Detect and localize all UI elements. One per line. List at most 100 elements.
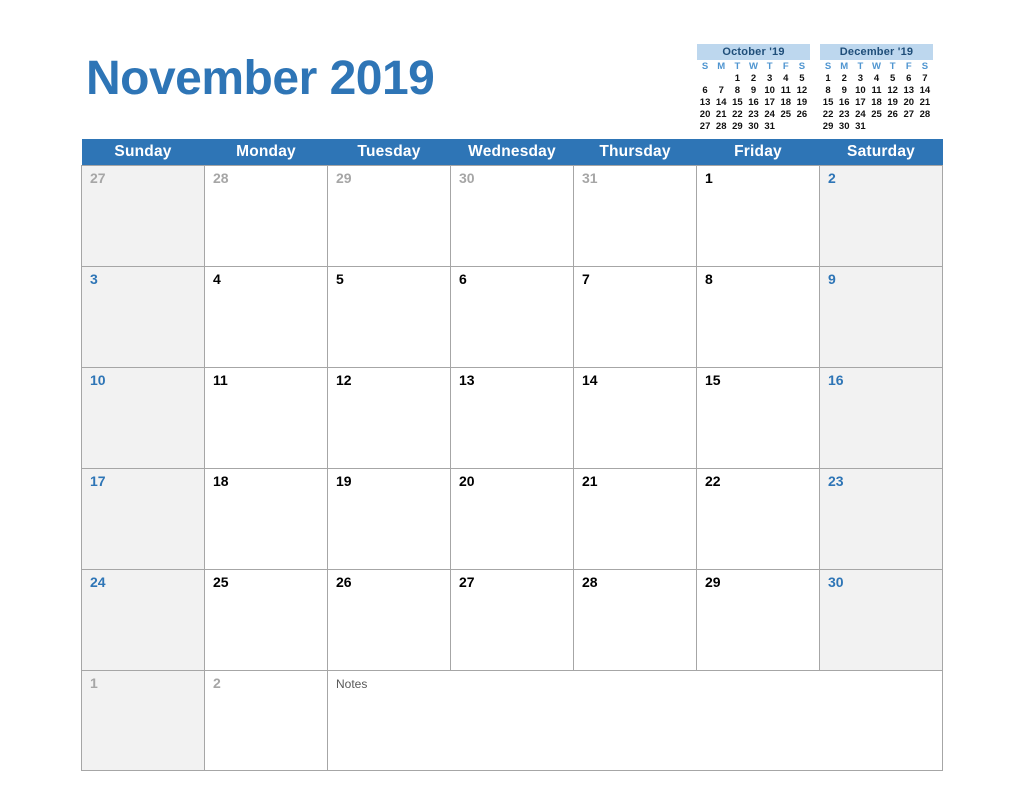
mini-calendar-day-empty (868, 121, 884, 133)
mini-calendar-day: 18 (780, 97, 792, 109)
calendar-day-cell[interactable]: 2 (819, 165, 943, 267)
calendar-week-row: 27 28 29 30 31 1 2 (81, 165, 943, 267)
calendar-day-cell[interactable]: 10 (81, 367, 205, 469)
calendar-day-cell[interactable]: 23 (819, 468, 943, 570)
calendar-day-cell[interactable]: 25 (204, 569, 328, 671)
mini-dow-sat: S (798, 61, 806, 73)
mini-calendar-day: 31 (855, 121, 866, 133)
calendar-day-cell[interactable]: 31 (573, 165, 697, 267)
mini-calendar-day: 12 (887, 85, 898, 97)
day-number: 4 (213, 271, 221, 287)
day-number: 6 (459, 271, 467, 287)
mini-calendar-day: 4 (783, 73, 789, 85)
calendar-day-cell[interactable]: 9 (819, 266, 943, 368)
day-number: 23 (828, 473, 844, 489)
calendar-week-row: 17 18 19 20 21 22 23 (81, 468, 943, 570)
day-number: 28 (213, 170, 229, 186)
mini-calendar-day: 3 (766, 73, 773, 85)
mini-calendar-day: 7 (922, 73, 928, 85)
notes-cell[interactable]: Notes (327, 670, 943, 771)
mini-calendar-day-empty (794, 121, 810, 133)
calendar-day-cell[interactable]: 30 (450, 165, 574, 267)
calendar-day-cell[interactable]: 1 (696, 165, 820, 267)
weekday-header-friday: Friday (696, 139, 820, 166)
mini-calendar-day: 14 (715, 97, 727, 109)
mini-calendar-day: 20 (903, 97, 915, 109)
mini-calendar-day: 11 (871, 85, 882, 97)
calendar-day-cell[interactable]: 21 (573, 468, 697, 570)
calendar-day-cell[interactable]: 16 (819, 367, 943, 469)
mini-calendar-day: 28 (715, 121, 727, 133)
mini-calendar-table: S M T W T F S 1 2 3 4 5 6 7 8 9 10 11 12 13 14 15 16 17 1… (697, 61, 810, 133)
mini-calendar-day: 31 (764, 121, 775, 133)
day-number: 19 (336, 473, 352, 489)
mini-calendar-previous-month: October '19 S M T W T F S 1 2 3 4 5 6 7 8 9 10 11 1… (697, 44, 810, 133)
day-number: 30 (459, 170, 475, 186)
calendar-day-cell[interactable]: 20 (450, 468, 574, 570)
mini-calendar-day: 20 (699, 109, 711, 121)
weekday-header-row: Sunday Monday Tuesday Wednesday Thursday… (81, 139, 943, 166)
calendar-week-row: 3 4 5 6 7 8 9 (81, 266, 943, 368)
calendar-day-cell[interactable]: 24 (81, 569, 205, 671)
calendar-day-cell[interactable]: 2 (204, 670, 328, 771)
calendar-day-cell[interactable]: 11 (204, 367, 328, 469)
calendar-day-cell[interactable]: 7 (573, 266, 697, 368)
mini-calendar-day: 17 (855, 97, 866, 109)
mini-calendar-day: 16 (748, 97, 759, 109)
day-number: 22 (705, 473, 721, 489)
mini-calendar-day: 15 (732, 97, 743, 109)
calendar-day-cell[interactable]: 29 (327, 165, 451, 267)
mini-calendar-day: 19 (796, 97, 808, 109)
mini-dow-tue: T (734, 61, 741, 73)
calendar-day-cell[interactable]: 12 (327, 367, 451, 469)
mini-dow-thu: T (889, 61, 896, 73)
mini-calendar-day: 8 (734, 85, 740, 97)
calendar-day-cell[interactable]: 6 (450, 266, 574, 368)
mini-calendar-next-month: December '19 S M T W T F S 1 2 3 4 5 6 7 8 9 10 11… (820, 44, 933, 133)
mini-dow-sun: S (824, 61, 832, 73)
calendar-day-cell[interactable]: 27 (450, 569, 574, 671)
calendar-day-cell[interactable]: 1 (81, 670, 205, 771)
calendar-day-cell[interactable]: 14 (573, 367, 697, 469)
calendar-day-cell[interactable]: 29 (696, 569, 820, 671)
calendar-day-cell[interactable]: 30 (819, 569, 943, 671)
mini-calendar-table: S M T W T F S 1 2 3 4 5 6 7 8 9 10 11 12 13 14 15 16 17 1… (820, 61, 933, 133)
day-number: 31 (582, 170, 598, 186)
calendar-day-cell[interactable]: 19 (327, 468, 451, 570)
calendar-day-cell[interactable]: 26 (327, 569, 451, 671)
mini-calendar-day-empty (778, 121, 794, 133)
mini-calendar-day: 25 (871, 109, 882, 121)
mini-calendar-day: 21 (715, 109, 727, 121)
mini-calendar-day: 1 (825, 73, 831, 85)
weekday-header-thursday: Thursday (573, 139, 697, 166)
weekday-header-monday: Monday (204, 139, 328, 166)
mini-calendar-day: 5 (889, 73, 896, 85)
calendar-day-cell[interactable]: 18 (204, 468, 328, 570)
day-number: 20 (459, 473, 475, 489)
page-title: November 2019 (86, 52, 435, 105)
mini-calendar-day: 13 (903, 85, 915, 97)
mini-dow-fri: F (905, 61, 912, 73)
calendar-day-cell[interactable]: 28 (573, 569, 697, 671)
mini-calendar-day-empty (885, 121, 901, 133)
calendar-day-cell[interactable]: 27 (81, 165, 205, 267)
calendar-day-cell[interactable]: 17 (81, 468, 205, 570)
day-number: 9 (828, 271, 836, 287)
calendar-day-cell[interactable]: 3 (81, 266, 205, 368)
mini-calendar-day: 29 (822, 121, 834, 133)
mini-calendar-day: 12 (796, 85, 808, 97)
day-number: 21 (582, 473, 598, 489)
day-number: 3 (90, 271, 98, 287)
calendar-week-row: 10 11 12 13 14 15 16 (81, 367, 943, 469)
mini-dow-thu: T (766, 61, 773, 73)
calendar-day-cell[interactable]: 8 (696, 266, 820, 368)
mini-calendar-day: 24 (855, 109, 866, 121)
calendar-day-cell[interactable]: 22 (696, 468, 820, 570)
calendar-day-cell[interactable]: 4 (204, 266, 328, 368)
mini-calendar-day: 8 (825, 85, 831, 97)
calendar-day-cell[interactable]: 15 (696, 367, 820, 469)
calendar-day-cell[interactable]: 13 (450, 367, 574, 469)
calendar-day-cell[interactable]: 28 (204, 165, 328, 267)
day-number: 5 (336, 271, 344, 287)
calendar-day-cell[interactable]: 5 (327, 266, 451, 368)
